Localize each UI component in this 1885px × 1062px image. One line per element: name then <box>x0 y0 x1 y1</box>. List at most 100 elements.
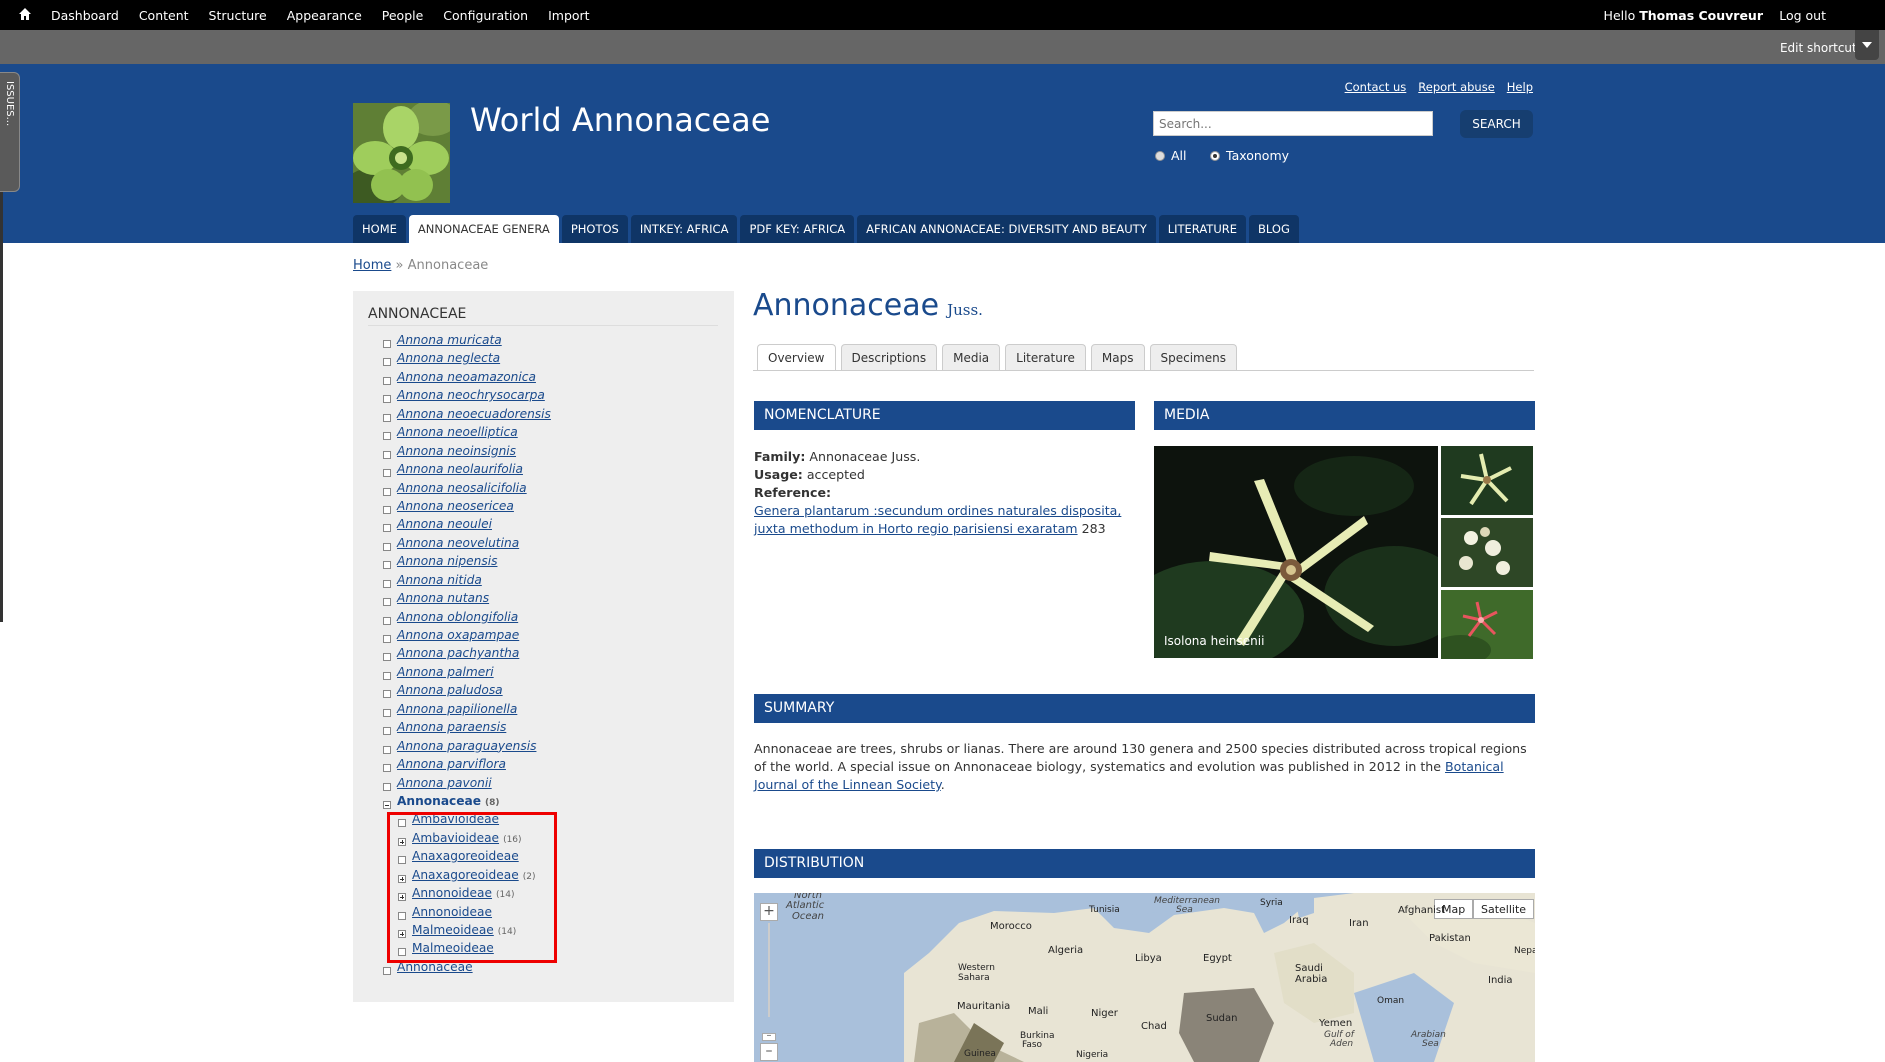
tab-maps[interactable]: Maps <box>1090 344 1145 371</box>
map-label: Iraq <box>1289 915 1309 926</box>
report-abuse-link[interactable]: Report abuse <box>1418 80 1494 94</box>
radio-all[interactable]: All <box>1155 148 1187 163</box>
map-label: Saudi <box>1295 963 1323 974</box>
menu-appearance[interactable]: Appearance <box>287 0 362 30</box>
map-zoom-slider-handle[interactable]: – <box>762 1031 776 1041</box>
map-label: Mauritania <box>957 1001 1011 1012</box>
tree-link[interactable]: Annona neovelutina <box>397 536 519 550</box>
map-zoom-out-button[interactable]: – <box>760 1043 778 1061</box>
nav-annonaceae-genera[interactable]: ANNONACEAE GENERA <box>408 215 559 243</box>
reference-citation: Genera plantarum :secundum ordines natur… <box>754 502 1135 538</box>
leaf-icon <box>383 376 391 385</box>
tree-link[interactable]: Annona nipensis <box>397 554 497 568</box>
tree-link[interactable]: Annonaceae (8) <box>397 794 500 808</box>
nav-home[interactable]: HOME <box>353 215 406 243</box>
tree-link-label: Annona paraensis <box>397 720 507 735</box>
tree-link-label: Annona neoinsignis <box>397 443 517 458</box>
tree-link-label: Annona neosericea <box>397 498 514 513</box>
map-label: Oman <box>1377 996 1405 1006</box>
tab-literature[interactable]: Literature <box>1005 344 1086 371</box>
toolbar-toggle-button[interactable] <box>1855 30 1879 60</box>
search-input[interactable] <box>1153 111 1433 136</box>
map-type-satellite-button[interactable]: Satellite <box>1473 899 1535 919</box>
tree-link[interactable]: Annona neoamazonica <box>397 370 536 384</box>
leaf-icon <box>383 635 391 643</box>
tree-link-label: Annona neglecta <box>397 351 501 366</box>
nav-pdf-key-africa[interactable]: PDF KEY: AFRICA <box>740 215 855 243</box>
map-label: Guinea <box>964 1049 996 1059</box>
tree-link[interactable]: Annona pavonii <box>397 776 492 790</box>
tree-link[interactable]: Annona neoelliptica <box>397 425 518 439</box>
tree-link-label: Annona paraguayensis <box>397 738 537 753</box>
tree-link[interactable]: Annona neoinsignis <box>397 444 516 458</box>
nav-african-annonaceae[interactable]: AFRICAN ANNONACEAE: DIVERSITY AND BEAUTY <box>857 215 1156 243</box>
tree-link[interactable]: Annona paraensis <box>397 720 506 734</box>
tree-link[interactable]: Annona neosericea <box>397 499 514 513</box>
tab-overview[interactable]: Overview <box>757 344 836 371</box>
menu-dashboard[interactable]: Dashboard <box>51 0 119 30</box>
tree-link[interactable]: Annona muricata <box>397 333 502 347</box>
tree-link[interactable]: Annona paludosa <box>397 683 503 697</box>
search-button[interactable]: SEARCH <box>1460 110 1533 138</box>
tree-link[interactable]: Annona nutans <box>397 591 489 605</box>
leaf-icon <box>383 505 391 514</box>
menu-people[interactable]: People <box>382 0 424 30</box>
collapse-icon[interactable] <box>383 800 391 809</box>
distribution-heading: DISTRIBUTION <box>754 849 1535 878</box>
contact-us-link[interactable]: Contact us <box>1345 80 1407 94</box>
help-link[interactable]: Help <box>1507 80 1533 94</box>
nav-intkey-africa[interactable]: INTKEY: AFRICA <box>630 215 738 243</box>
leaf-icon <box>383 782 391 791</box>
tree-link[interactable]: Annona parviflora <box>397 757 506 771</box>
breadcrumb-home[interactable]: Home <box>353 258 391 273</box>
nav-photos[interactable]: PHOTOS <box>561 215 628 243</box>
tree-link[interactable]: Annona oblongifolia <box>397 610 518 624</box>
tree-link[interactable]: Annona neochrysocarpa <box>397 388 545 402</box>
tree-link[interactable]: Annona neglecta <box>397 351 500 365</box>
summary-heading: SUMMARY <box>754 694 1535 723</box>
map-zoom-slider[interactable] <box>768 923 770 1017</box>
tab-media[interactable]: Media <box>942 344 1001 371</box>
distribution-map[interactable]: + – – Map Satellite North Atlantic Ocean… <box>754 893 1535 1062</box>
logout-link[interactable]: Log out <box>1779 0 1826 31</box>
leaf-icon <box>383 966 391 975</box>
site-logo[interactable] <box>353 103 450 203</box>
tree-link[interactable]: Annona neosalicifolia <box>397 481 527 495</box>
menu-content[interactable]: Content <box>139 0 189 30</box>
tree-link[interactable]: Annona pachyantha <box>397 646 519 660</box>
media-main-image[interactable]: Isolona heinsenii <box>1154 446 1438 658</box>
map-label: Yemen <box>1319 1018 1353 1029</box>
menu-import[interactable]: Import <box>548 0 590 30</box>
edit-shortcuts-link[interactable]: Edit shortcuts <box>1780 41 1863 55</box>
user-name[interactable]: Thomas Couvreur <box>1639 8 1763 23</box>
nav-blog[interactable]: BLOG <box>1249 215 1299 243</box>
tree-link[interactable]: Annona nitida <box>397 573 482 587</box>
media-thumbnail-3[interactable] <box>1441 590 1533 659</box>
tree-link[interactable]: Annona oxapampae <box>397 628 519 642</box>
tree-link[interactable]: Annona neolaurifolia <box>397 462 523 476</box>
tree-link-label: Annona neochrysocarpa <box>397 388 545 403</box>
radio-taxonomy[interactable]: Taxonomy <box>1210 148 1289 163</box>
site-name[interactable]: World Annonaceae <box>470 101 770 139</box>
home-icon[interactable] <box>18 7 32 21</box>
tree-link-label: Annona nutans <box>397 591 490 606</box>
menu-structure[interactable]: Structure <box>209 0 267 30</box>
leaf-icon <box>383 561 391 570</box>
radio-taxonomy-circle[interactable] <box>1210 150 1220 161</box>
media-thumbnail-2[interactable] <box>1441 518 1533 587</box>
menu-configuration[interactable]: Configuration <box>443 0 528 30</box>
tab-specimens[interactable]: Specimens <box>1149 344 1237 371</box>
tree-link[interactable]: Annona palmeri <box>397 665 494 679</box>
tree-link[interactable]: Annona neoecuadorensis <box>397 407 551 421</box>
tab-descriptions[interactable]: Descriptions <box>840 344 938 371</box>
tree-link[interactable]: Annona papilionella <box>397 702 517 716</box>
tree-link[interactable]: Annona paraguayensis <box>397 739 536 753</box>
media-thumbnail-1[interactable] <box>1441 446 1533 515</box>
radio-all-circle[interactable] <box>1155 150 1165 161</box>
reference-link[interactable]: Genera plantarum :secundum ordines natur… <box>754 503 1121 536</box>
issues-tab-label: ISSUES... <box>4 81 15 127</box>
issues-tab[interactable]: ISSUES... <box>0 72 20 192</box>
tree-link[interactable]: Annona neoulei <box>397 517 492 531</box>
map-zoom-in-button[interactable]: + <box>760 903 778 921</box>
nav-literature[interactable]: LITERATURE <box>1158 215 1247 243</box>
